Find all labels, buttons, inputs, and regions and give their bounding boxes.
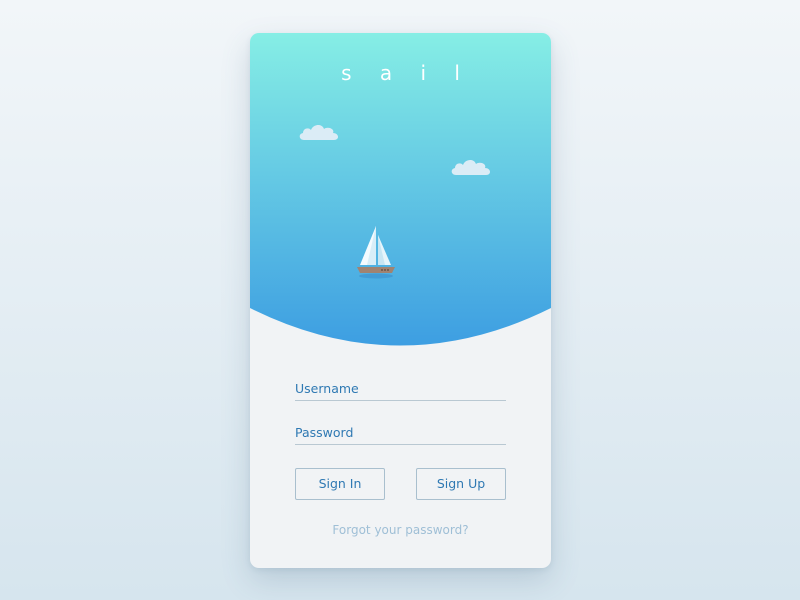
button-row: Sign In Sign Up [295,468,506,500]
password-input[interactable] [295,425,506,440]
login-form: Sign In Sign Up [295,368,506,500]
brand-title: s a i l [341,61,471,85]
password-field-wrapper [295,412,506,445]
cloud-icon [299,124,339,140]
forgot-password-link[interactable]: Forgot your password? [250,523,551,537]
sailboat-icon [357,226,395,279]
username-input[interactable] [295,381,506,396]
username-field-wrapper [295,368,506,401]
sign-in-button[interactable]: Sign In [295,468,385,500]
login-card: s a i l Sign In Sign Up Forgot your pass… [250,33,551,568]
cloud-icon [451,159,491,175]
sign-up-button[interactable]: Sign Up [416,468,506,500]
